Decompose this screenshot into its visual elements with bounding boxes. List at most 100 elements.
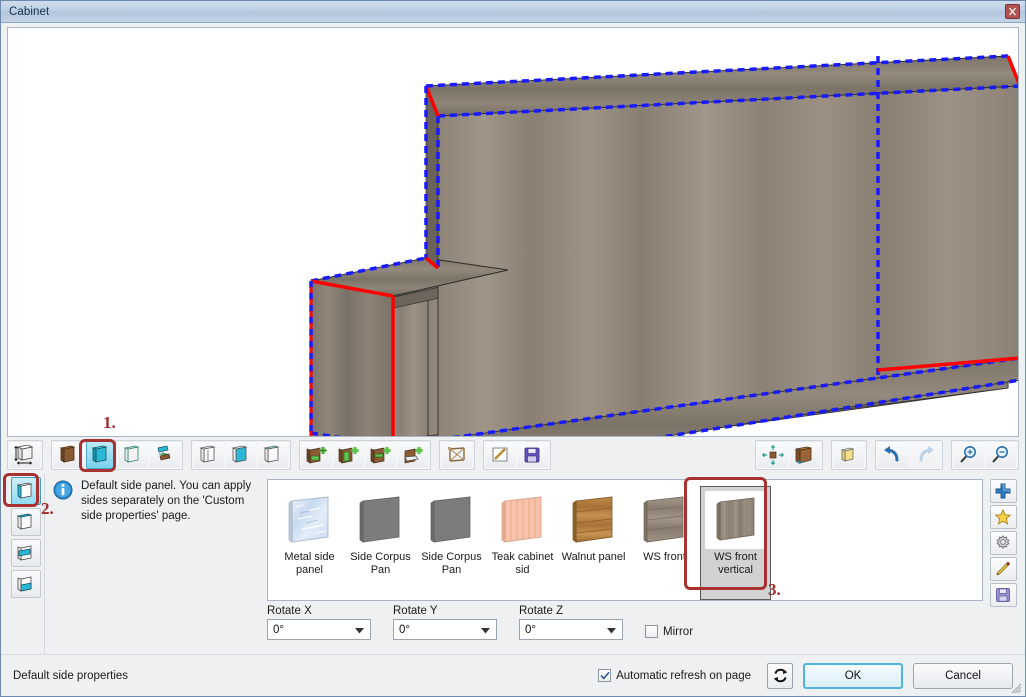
cancel-button[interactable]: Cancel — [913, 662, 1013, 689]
textured-box-icon — [795, 446, 812, 464]
material-thumbnail — [350, 491, 412, 549]
check-icon — [600, 671, 610, 680]
cabinet-dimensions-icon — [14, 445, 34, 465]
top-bottom-panel-button[interactable] — [118, 441, 148, 469]
chevron-down-icon — [355, 628, 364, 634]
corpus-top-button[interactable] — [258, 441, 288, 469]
material-ws-front[interactable]: WS front — [629, 486, 700, 600]
back-panel-icon — [59, 445, 76, 463]
corpus-open-icon — [199, 445, 216, 463]
rotate-x-field: Rotate X 0° — [267, 605, 371, 640]
settings-button[interactable] — [989, 531, 1017, 555]
side-panel-default-icon — [16, 482, 33, 499]
side-panel-tabs — [7, 473, 45, 654]
rotate-x-label: Rotate X — [267, 605, 312, 617]
info-area: Default side panel. You can apply sides … — [45, 473, 267, 654]
rotate-z-select[interactable]: 0° — [519, 619, 623, 640]
rotate-y-value: 0° — [399, 623, 410, 636]
toolbar-group-file — [483, 440, 551, 470]
resize-grip[interactable] — [1010, 682, 1022, 694]
add-pull-out-button[interactable] — [398, 441, 428, 469]
sidebar-item-side-panel-middle[interactable] — [10, 539, 41, 567]
material-teak-cabinet-sid[interactable]: Teak cabinet sid — [487, 486, 558, 600]
add-shelf-button[interactable] — [366, 441, 396, 469]
side-panel-top-icon — [16, 513, 33, 530]
side-panel-button[interactable] — [86, 441, 116, 469]
perspective-view-button[interactable] — [834, 441, 864, 469]
zoom-in-button[interactable] — [954, 441, 984, 469]
add-material-button[interactable] — [989, 479, 1017, 503]
material-label: Teak cabinet sid — [491, 551, 554, 576]
shelf-panel-button[interactable] — [150, 441, 180, 469]
sidebar-item-side-panel-custom[interactable] — [10, 570, 41, 598]
ok-button[interactable]: OK — [803, 662, 903, 689]
material-label: WS front vertical — [714, 551, 757, 576]
sidebar-item-side-panel-default[interactable] — [10, 477, 41, 505]
save-preset-button[interactable] — [518, 441, 548, 469]
material-thumbnail — [704, 491, 767, 549]
redo-arrow-icon — [919, 446, 934, 462]
favorite-button[interactable] — [989, 505, 1017, 529]
material-side-corpus-pan-2[interactable]: Side Corpus Pan — [416, 486, 487, 600]
add-drawer-button[interactable] — [302, 441, 332, 469]
cabinet-dialog: Cabinet 1. Default side panel. You can a… — [0, 0, 1026, 697]
save-material-button[interactable] — [989, 583, 1017, 607]
corpus-back-icon — [231, 445, 248, 463]
rotate-x-select[interactable]: 0° — [267, 619, 371, 640]
back-panel-button[interactable] — [54, 441, 84, 469]
add-pull-out-icon — [404, 447, 423, 464]
plus-icon — [995, 483, 1011, 499]
pencil-note-icon — [492, 447, 508, 462]
undo-arrow-icon — [884, 446, 899, 462]
status-text: Default side properties — [13, 669, 129, 682]
gear-icon — [996, 535, 1010, 549]
render-mode-button[interactable] — [790, 441, 820, 469]
mirror-label: Mirror — [663, 625, 694, 638]
material-actions — [983, 473, 1019, 654]
material-thumbnail — [492, 491, 554, 549]
material-side-corpus-pan-1[interactable]: Side Corpus Pan — [345, 486, 416, 600]
mirror-checkbox[interactable]: Mirror — [645, 625, 693, 638]
pencil-icon — [996, 561, 1011, 576]
rotate-z-value: 0° — [525, 623, 536, 636]
zoom-in-icon — [960, 446, 976, 463]
material-walnut-panel[interactable]: Walnut panel — [558, 486, 629, 600]
sidebar-item-side-panel-top[interactable] — [10, 508, 41, 536]
refresh-button[interactable] — [767, 662, 793, 689]
close-icon — [1009, 7, 1016, 16]
auto-refresh-checkbox[interactable]: Automatic refresh on page — [598, 669, 751, 682]
material-thumbnail — [634, 491, 696, 549]
add-door-icon — [338, 447, 359, 464]
edit-note-button[interactable] — [486, 441, 516, 469]
fit-to-view-button[interactable] — [758, 441, 788, 469]
refresh-icon — [773, 668, 787, 683]
redo-button[interactable] — [910, 441, 940, 469]
toolbar-group-construction — [439, 440, 475, 470]
toolbar-group-add — [299, 440, 431, 470]
cabinet-dimensions-button[interactable] — [10, 441, 40, 469]
rotate-y-select[interactable]: 0° — [393, 619, 497, 640]
add-door-button[interactable] — [334, 441, 364, 469]
material-label: WS front — [643, 551, 686, 563]
materials-list: Metal side panel Side Corpus Pan Side Co… — [268, 480, 982, 600]
material-ws-front-vertical[interactable]: WS front vertical — [700, 486, 771, 600]
material-thumbnail — [563, 491, 625, 549]
window-title: Cabinet — [9, 5, 50, 18]
frame-construction-button[interactable] — [442, 441, 472, 469]
cabinet-3d-preview[interactable] — [7, 27, 1019, 437]
edit-material-button[interactable] — [989, 557, 1017, 581]
chevron-down-icon — [607, 628, 616, 634]
undo-button[interactable] — [878, 441, 908, 469]
main-toolbar: 1. — [1, 413, 1025, 473]
zoom-out-button[interactable] — [986, 441, 1016, 469]
corpus-back-button[interactable] — [226, 441, 256, 469]
toolbar-group-dimensions — [7, 440, 43, 470]
toolbar-group-zoom — [951, 440, 1019, 470]
close-button[interactable] — [1005, 4, 1020, 19]
side-properties-region: Default side panel. You can apply sides … — [1, 473, 1025, 654]
cube-wire-icon — [840, 447, 855, 462]
corpus-open-button[interactable] — [194, 441, 224, 469]
material-metal-side-panel[interactable]: Metal side panel — [274, 486, 345, 600]
corpus-top-icon — [263, 445, 280, 463]
material-label: Side Corpus Pan — [421, 551, 482, 576]
